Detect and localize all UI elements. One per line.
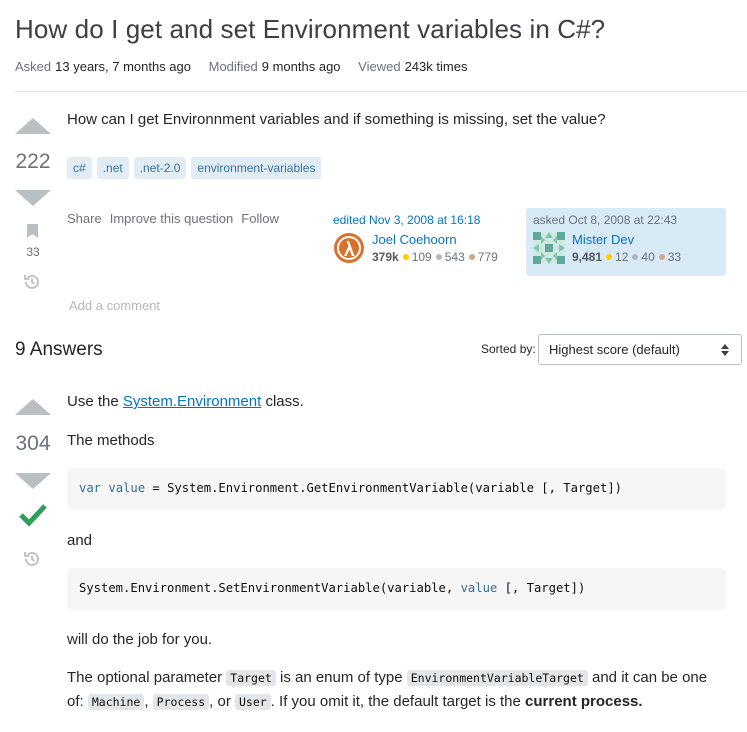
meta-viewed: Viewed 243k times (358, 59, 468, 74)
silver-badge-icon (632, 254, 639, 261)
answer-downvote-icon[interactable] (15, 473, 51, 489)
answer-paragraph: will do the job for you. (67, 631, 213, 648)
bronze-badge-icon (658, 254, 665, 261)
question-upvote-icon[interactable] (15, 118, 51, 134)
inline-code: Target (226, 670, 276, 686)
follow-link[interactable]: Follow (241, 211, 279, 226)
question-score: 222 (15, 150, 51, 173)
question-body: How can I get Environnment variables and… (67, 111, 606, 128)
system-environment-link[interactable]: System.Environment (123, 393, 261, 410)
tag[interactable]: .net (96, 157, 129, 179)
bookmark-icon[interactable] (27, 224, 38, 238)
tag[interactable]: environment-variables (191, 157, 322, 179)
inline-code: EnvironmentVariableTarget (406, 670, 588, 686)
answer-paragraph: Use the System.Environment class. (67, 393, 304, 410)
question-post-menu: Share Improve this question Follow (67, 211, 279, 226)
answer-score: 304 (15, 432, 51, 455)
edited-user-name[interactable]: Joel Coehoorn (372, 232, 498, 248)
sorted-by-label: Sorted by: (481, 342, 536, 356)
edited-timestamp[interactable]: edited Nov 3, 2008 at 16:18 (333, 213, 519, 227)
asked-timestamp: asked Oct 8, 2008 at 22:43 (533, 213, 678, 227)
history-icon[interactable] (23, 273, 41, 291)
inline-code: Process (152, 694, 210, 710)
edited-user-card: edited Nov 3, 2008 at 16:18 Joel Coehoor… (331, 208, 521, 276)
answer-paragraph: The optional parameter Target is an enum… (67, 669, 708, 710)
meta-modified[interactable]: Modified 9 months ago (209, 59, 341, 74)
question-downvote-icon[interactable] (15, 190, 51, 206)
answer-paragraph: The methods (67, 432, 155, 449)
edited-user-reputation: 379k 109 543 779 (372, 250, 498, 264)
code-block: var value = System.Environment.GetEnviro… (67, 468, 726, 510)
tag[interactable]: .net-2.0 (133, 157, 187, 179)
question-title[interactable]: How do I get and set Environment variabl… (15, 14, 605, 45)
question-tags: c# .net .net-2.0 environment-variables (67, 157, 322, 179)
select-caret-icon (721, 344, 729, 356)
answer-upvote-icon[interactable] (15, 399, 51, 415)
asked-user-card: asked Oct 8, 2008 at 22:43 Mister Dev 9,… (526, 208, 726, 276)
inline-code: Machine (87, 694, 145, 710)
tag[interactable]: c# (67, 157, 92, 179)
code-block: System.Environment.SetEnvironmentVariabl… (67, 568, 726, 610)
share-link[interactable]: Share (67, 211, 102, 226)
gold-badge-icon (402, 254, 409, 261)
inline-code: User (235, 694, 271, 710)
gold-badge-icon (606, 254, 613, 261)
question-meta: Asked 13 years, 7 months ago Modified 9 mo… (15, 59, 481, 74)
header-divider (15, 91, 747, 92)
sort-select[interactable]: Highest score (default) (538, 334, 742, 365)
improve-question-link[interactable]: Improve this question (110, 211, 234, 226)
answers-count: 9 Answers (15, 339, 103, 360)
bookmark-count: 33 (26, 245, 40, 259)
asked-user-name[interactable]: Mister Dev (572, 232, 681, 248)
add-comment-link[interactable]: Add a comment (69, 298, 160, 313)
avatar[interactable] (533, 232, 565, 264)
history-icon[interactable] (23, 550, 41, 568)
answer-paragraph: and (67, 532, 93, 549)
asked-user-reputation: 9,481 12 40 33 (572, 250, 682, 264)
silver-badge-icon (435, 254, 442, 261)
meta-asked: Asked 13 years, 7 months ago (15, 59, 191, 74)
accepted-check-icon (19, 502, 47, 533)
avatar[interactable] (333, 232, 365, 264)
bronze-badge-icon (468, 254, 475, 261)
